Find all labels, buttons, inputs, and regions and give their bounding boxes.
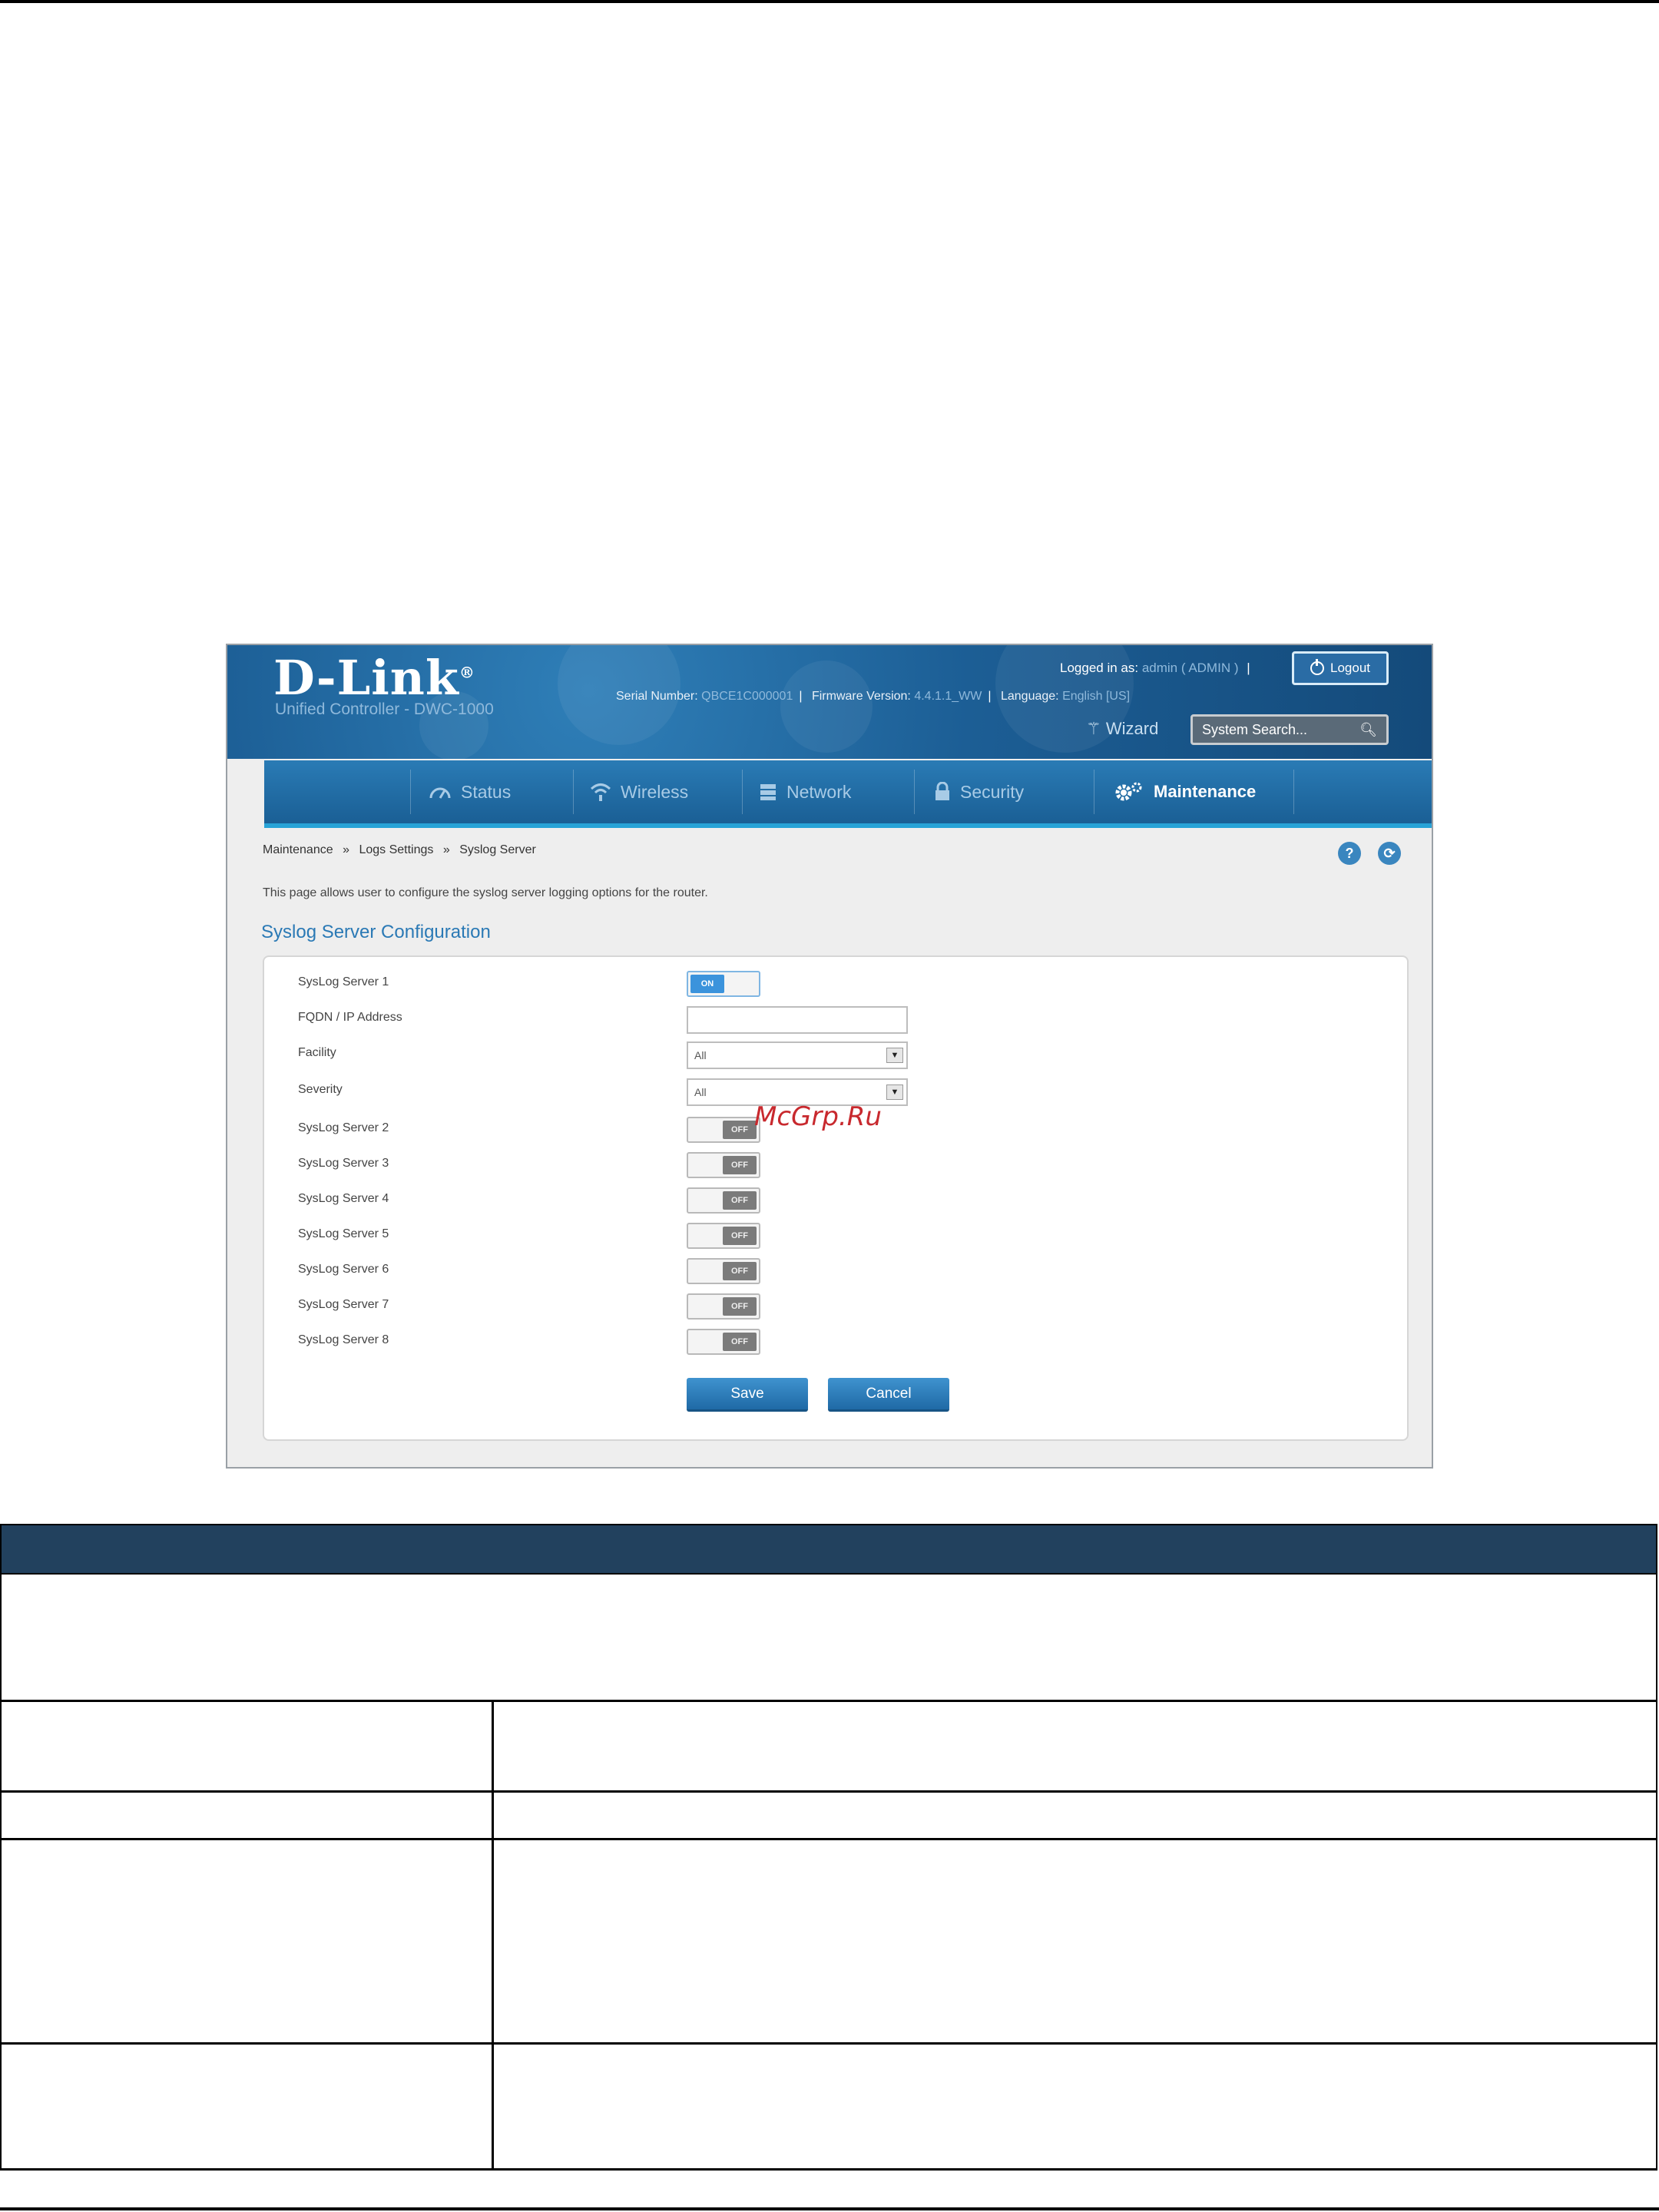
server4-row: SysLog Server 4 OFF xyxy=(298,1187,1373,1215)
language-link[interactable]: English [US] xyxy=(1062,690,1130,703)
product-subtitle: Unified Controller - DWC-1000 xyxy=(275,700,494,718)
table-row xyxy=(0,1793,1657,1840)
table-row xyxy=(0,1702,1657,1793)
bottom-rule xyxy=(0,2207,1659,2210)
server1-toggle[interactable]: ON xyxy=(687,971,760,997)
table-divider xyxy=(492,2045,494,2168)
server6-row: SysLog Server 6 OFF xyxy=(298,1258,1373,1286)
fqdn-row: FQDN / IP Address xyxy=(298,1006,1373,1034)
server7-toggle[interactable]: OFF xyxy=(687,1293,760,1320)
nav-network[interactable]: Network xyxy=(759,760,851,823)
logout-button[interactable]: Logout xyxy=(1292,651,1389,685)
table-divider xyxy=(492,1702,494,1790)
help-icon[interactable]: ? xyxy=(1338,842,1361,865)
refresh-icon[interactable]: ⟳ xyxy=(1378,842,1401,865)
nav-divider xyxy=(914,770,915,814)
server8-row: SysLog Server 8 OFF xyxy=(298,1329,1373,1356)
lock-icon xyxy=(935,782,949,800)
login-info: Logged in as: admin ( ADMIN ) | xyxy=(1060,661,1250,675)
breadcrumb-item[interactable]: Maintenance xyxy=(263,843,333,856)
nav-security[interactable]: Security xyxy=(934,760,1024,823)
facility-row: Facility All ▼ xyxy=(298,1041,1373,1069)
screenshot-frame: D-Link® Unified Controller - DWC-1000 Se… xyxy=(226,644,1433,1469)
server2-toggle[interactable]: OFF xyxy=(687,1117,760,1143)
nav-divider xyxy=(573,770,574,814)
server3-toggle[interactable]: OFF xyxy=(687,1152,760,1178)
server7-row: SysLog Server 7 OFF xyxy=(298,1293,1373,1321)
server8-toggle[interactable]: OFF xyxy=(687,1329,760,1355)
chevron-down-icon: ▼ xyxy=(886,1048,903,1063)
breadcrumb-item: Syslog Server xyxy=(459,843,536,856)
nav-divider xyxy=(410,770,411,814)
fqdn-input[interactable] xyxy=(687,1006,908,1034)
action-row: Save Cancel xyxy=(298,1378,1373,1412)
server5-toggle[interactable]: OFF xyxy=(687,1223,760,1249)
server4-toggle[interactable]: OFF xyxy=(687,1187,760,1214)
server6-toggle[interactable]: OFF xyxy=(687,1258,760,1284)
nav-divider xyxy=(1293,770,1294,814)
system-search-input[interactable]: System Search... 🔍︎ xyxy=(1190,714,1389,745)
top-rule xyxy=(0,0,1659,3)
config-panel: SysLog Server 1 ON FQDN / IP Address Fac… xyxy=(263,955,1409,1441)
banner-bubble xyxy=(780,661,873,753)
section-title: Syslog Server Configuration xyxy=(261,922,491,942)
device-info: Serial Number: QBCE1C000001 | Firmware Ve… xyxy=(616,690,1131,703)
cancel-button[interactable]: Cancel xyxy=(828,1378,949,1412)
nav-divider xyxy=(742,770,743,814)
main-nav: Status Wireless Network Security Mainten… xyxy=(264,760,1432,828)
page-description: This page allows user to configure the s… xyxy=(263,886,708,899)
server5-row: SysLog Server 5 OFF xyxy=(298,1223,1373,1250)
wand-icon: ⚚ xyxy=(1086,719,1101,738)
table-row xyxy=(0,2045,1657,2171)
nav-maintenance[interactable]: Maintenance xyxy=(1114,760,1256,823)
parameter-table xyxy=(0,1524,1659,2171)
gear-icon xyxy=(1115,782,1142,801)
table-row xyxy=(0,1840,1657,2045)
header-banner: D-Link® Unified Controller - DWC-1000 Se… xyxy=(227,645,1432,760)
table-divider xyxy=(492,1840,494,2042)
server1-row: SysLog Server 1 ON xyxy=(298,971,1373,998)
dlink-logo: D-Link® xyxy=(273,650,475,706)
user-name: admin xyxy=(1141,661,1178,675)
table-header xyxy=(0,1524,1657,1575)
network-icon xyxy=(760,784,776,800)
watermark: McGrp.Ru xyxy=(754,1101,882,1132)
facility-select[interactable]: All ▼ xyxy=(687,1041,908,1069)
breadcrumb: Maintenance » Logs Settings » Syslog Ser… xyxy=(263,843,536,856)
nav-status[interactable]: Status xyxy=(429,760,511,823)
search-icon: 🔍︎ xyxy=(1359,721,1377,737)
wizard-link[interactable]: ⚚ Wizard xyxy=(1086,719,1158,739)
table-divider xyxy=(492,1793,494,1838)
save-button[interactable]: Save xyxy=(687,1378,808,1412)
chevron-down-icon: ▼ xyxy=(886,1084,903,1100)
breadcrumb-item[interactable]: Logs Settings xyxy=(359,843,433,856)
nav-wireless[interactable]: Wireless xyxy=(590,760,688,823)
user-role: ( ADMIN ) xyxy=(1181,661,1239,675)
gauge-icon xyxy=(429,787,451,799)
server3-row: SysLog Server 3 OFF xyxy=(298,1152,1373,1180)
power-icon xyxy=(1310,659,1324,675)
wifi-icon xyxy=(590,783,611,801)
table-row xyxy=(0,1575,1657,1702)
